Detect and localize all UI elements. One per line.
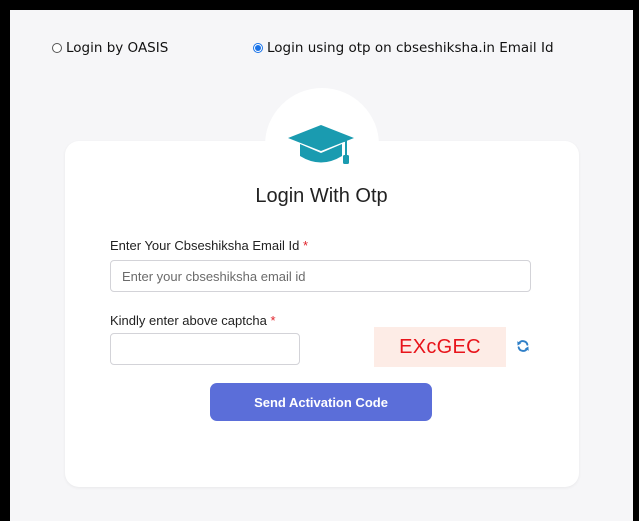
radio-otp[interactable]	[253, 43, 263, 53]
refresh-icon[interactable]	[516, 339, 530, 353]
email-required-mark: *	[302, 238, 309, 253]
captcha-label-text: Kindly enter above captcha	[110, 313, 267, 328]
email-label-text: Enter Your Cbseshiksha Email Id	[110, 238, 300, 253]
login-option-otp[interactable]: Login using otp on cbseshiksha.in Email …	[253, 40, 554, 56]
email-label: Enter Your Cbseshiksha Email Id *	[110, 238, 308, 253]
email-input[interactable]	[110, 260, 531, 292]
send-activation-code-button[interactable]: Send Activation Code	[210, 383, 432, 421]
login-option-oasis-label: Login by OASIS	[66, 40, 169, 56]
page-frame: Login by OASIS Login using otp on cbsesh…	[10, 10, 633, 521]
captcha-label: Kindly enter above captcha *	[110, 313, 276, 328]
captcha-input[interactable]	[110, 333, 300, 365]
login-option-otp-label: Login using otp on cbseshiksha.in Email …	[267, 40, 554, 56]
captcha-required-mark: *	[270, 313, 276, 328]
login-option-oasis[interactable]: Login by OASIS	[52, 40, 168, 56]
login-title: Login With Otp	[255, 185, 388, 207]
graduation-cap-icon	[288, 125, 354, 164]
captcha-image: EXcGEC	[374, 327, 506, 367]
radio-oasis[interactable]	[52, 43, 62, 53]
